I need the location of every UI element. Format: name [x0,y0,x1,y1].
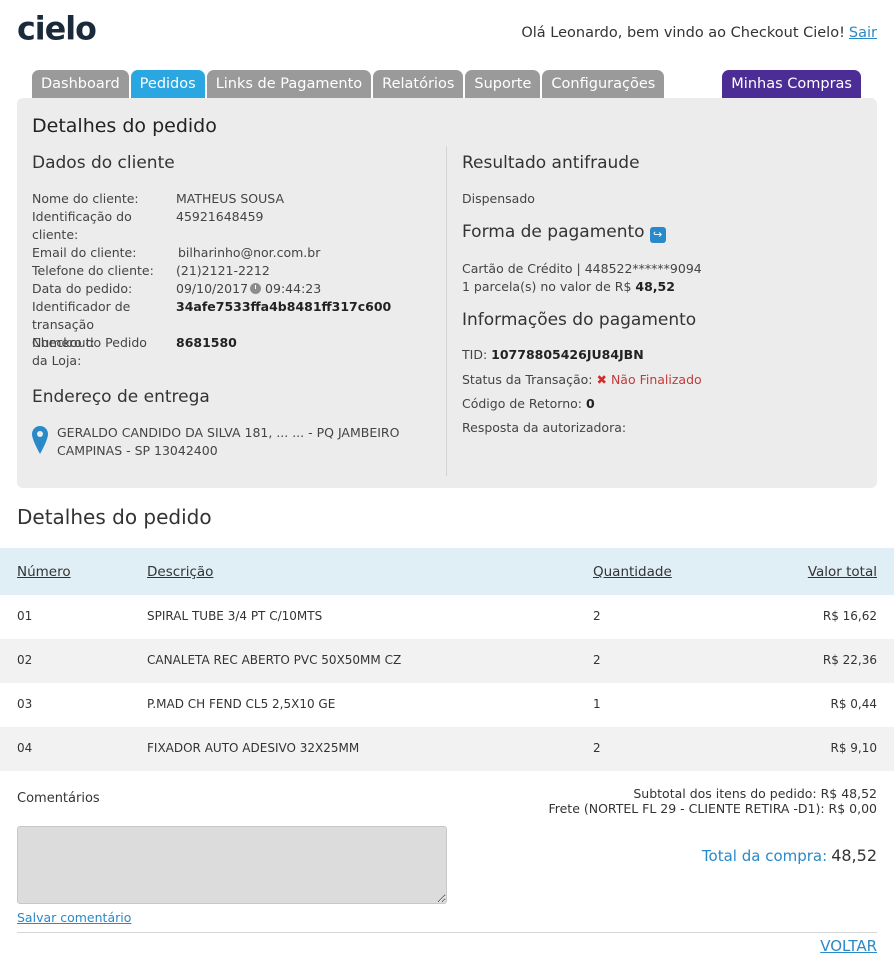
footer-divider [17,932,877,933]
order-time: 09:44:23 [265,281,322,296]
row-description: FIXADOR AUTO ADESIVO 32X25MM [147,741,360,755]
total-label: Total da compra: [701,847,828,865]
return-code-label: Código de Retorno: [462,396,583,411]
authorizer-response-label: Resposta da autorizadora: [462,420,627,435]
payment-method-title: Forma de pagamento [462,222,645,242]
table-row: 03 P.MAD CH FEND CL5 2,5X10 GE 1 R$ 0,44 [0,683,894,727]
row-total: R$ 22,36 [822,653,877,667]
col-total[interactable]: Valor total [808,564,877,580]
row-total: R$ 0,44 [830,697,877,711]
tid-value: 10778805426JU84JBN [491,347,644,362]
save-comment-link[interactable]: Salvar comentário [17,910,131,925]
address-line2: CAMPINAS - SP 13042400 [57,443,218,458]
order-date-value: 09/10/2017 [176,281,249,296]
greeting: Olá Leonardo, bem vindo ao Checkout Ciel… [521,25,877,41]
logout-link[interactable]: Sair [849,25,877,41]
totals-summary: Subtotal dos itens do pedido: R$ 48,52 F… [548,786,877,816]
row-total: R$ 9,10 [830,741,877,755]
address-line1: GERALDO CANDIDO DA SILVA 181, ... ... - … [57,425,400,440]
comments-textarea[interactable] [17,826,447,904]
panel-title: Detalhes do pedido [32,115,217,137]
row-number: 04 [17,741,33,755]
tid-row: TID: 10778805426JU84JBN [462,346,644,364]
tab-relatorios[interactable]: Relatórios [373,70,464,98]
row-total: R$ 16,62 [822,609,877,623]
address-section-title: Endereço de entrega [32,387,210,407]
client-name: MATHEUS SOUSA [176,191,284,206]
tab-pedidos[interactable]: Pedidos [130,70,205,98]
row-number: 02 [17,653,33,667]
external-link-icon[interactable]: ↪ [649,227,666,243]
tid-label: TID: [462,347,488,362]
tab-links-pagamento[interactable]: Links de Pagamento [206,70,372,98]
order-items-table: Número Descrição Quantidade Valor total … [0,548,894,771]
client-section-title: Dados do cliente [32,153,175,173]
row-quantity: 1 [593,697,601,711]
order-details-panel: Detalhes do pedido Dados do cliente Nome… [17,98,877,488]
client-email: bilharinho@nor.com.br [178,245,321,260]
purchase-total: Total da compra: 48,52 [702,846,877,865]
installments: 1 parcela(s) no valor de R$ 48,52 [462,278,675,296]
client-id-label: Identificação do cliente: [32,209,132,242]
greeting-text: Olá Leonardo, bem vindo ao Checkout Ciel… [521,25,845,41]
total-value: 48,52 [831,846,877,865]
installments-text: 1 parcela(s) no valor de R$ [462,279,632,294]
status-label: Status da Transação: [462,372,593,387]
comments-label: Comentários [17,791,100,806]
row-description: CANALETA REC ABERTO PVC 50X50MM CZ [147,653,402,667]
col-quantity[interactable]: Quantidade [593,564,672,580]
return-code-value: 0 [586,396,595,411]
payment-info-title: Informações do pagamento [462,310,697,330]
client-id: 45921648459 [176,209,264,224]
antifraud-result: Dispensado [462,191,535,206]
installments-value: 48,52 [635,279,675,294]
row-description: SPIRAL TUBE 3/4 PT C/10MTS [147,609,323,623]
card-info: Cartão de Crédito | 448522******9094 [462,261,702,276]
row-number: 01 [17,609,33,623]
tab-configuracoes[interactable]: Configurações [542,70,665,98]
table-row: 04 FIXADOR AUTO ADESIVO 32X25MM 2 R$ 9,1… [0,727,894,771]
column-divider [446,146,447,476]
client-phone-label: Telefone do cliente: [32,263,154,278]
col-description[interactable]: Descrição [147,564,213,580]
client-email-label: Email do cliente: [32,245,137,260]
antifraud-section-title: Resultado antifraude [462,153,640,173]
table-header: Número Descrição Quantidade Valor total [0,548,894,595]
row-quantity: 2 [593,653,601,667]
return-code-row: Código de Retorno: 0 [462,395,595,413]
order-items-title: Detalhes do pedido [17,505,212,529]
row-quantity: 2 [593,741,601,755]
tab-dashboard[interactable]: Dashboard [32,70,129,98]
cielo-logo: cielo [17,12,97,46]
back-link[interactable]: VOLTAR [820,937,877,955]
map-pin-icon [32,426,48,454]
row-quantity: 2 [593,609,601,623]
order-date-label: Data do pedido: [32,281,133,296]
status-value: Não Finalizado [610,372,702,387]
store-order-number: 8681580 [176,335,237,350]
row-description: P.MAD CH FEND CL5 2,5X10 GE [147,697,336,711]
main-nav-tabs: Dashboard Pedidos Links de Pagamento Rel… [32,70,665,98]
transaction-id: 34afe7533ffa4b8481ff317c600 [176,299,392,314]
shipping: Frete (NORTEL FL 29 - CLIENTE RETIRA -D1… [548,801,877,816]
client-name-label: Nome do cliente: [32,191,139,206]
tab-suporte[interactable]: Suporte [465,70,541,98]
table-row: 02 CANALETA REC ABERTO PVC 50X50MM CZ 2 … [0,639,894,683]
col-number[interactable]: Número [17,564,71,580]
close-icon: ✖ [596,372,607,387]
table-row: 01 SPIRAL TUBE 3/4 PT C/10MTS 2 R$ 16,62 [0,595,894,639]
client-phone: (21)2121-2212 [176,263,270,278]
row-number: 03 [17,697,33,711]
payment-method-section: Forma de pagamento ↪ [462,222,666,243]
subtotal: Subtotal dos itens do pedido: R$ 48,52 [633,786,877,801]
clock-icon [250,283,262,294]
order-date: 09/10/2017 09:44:23 [176,280,321,298]
tab-minhas-compras[interactable]: Minhas Compras [722,70,861,98]
status-row: Status da Transação: ✖ Não Finalizado [462,371,702,389]
store-order-label: Numero do Pedido da Loja: [32,335,147,368]
svg-text:cielo: cielo [17,12,96,46]
